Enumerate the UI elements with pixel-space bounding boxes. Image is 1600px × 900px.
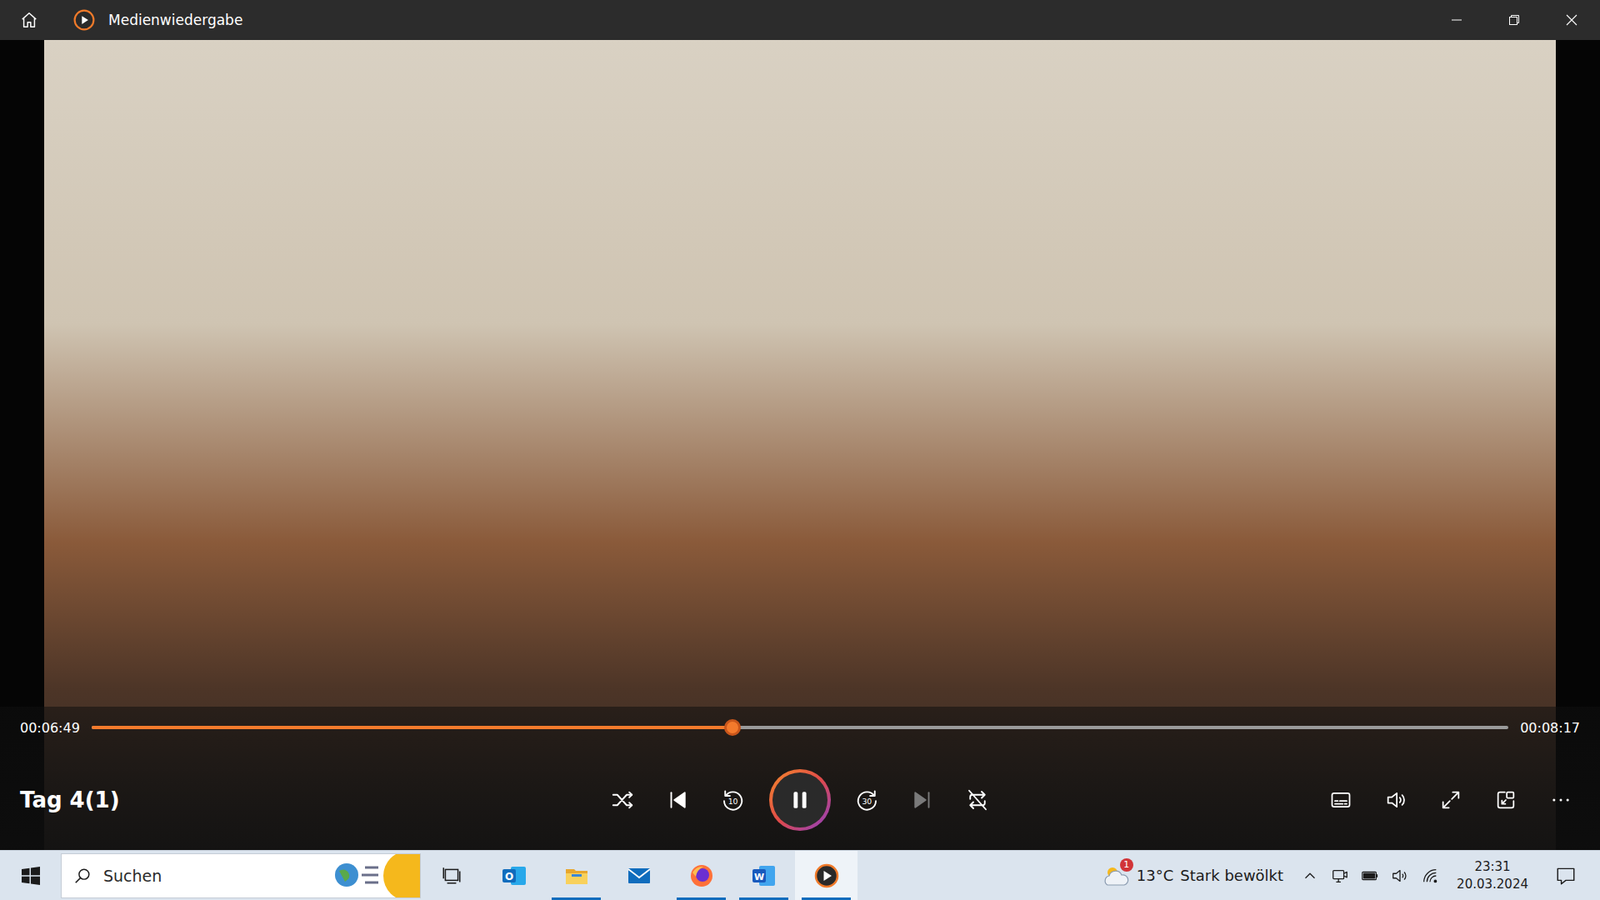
shuffle-button[interactable] <box>603 780 642 820</box>
more-button[interactable] <box>1541 780 1580 820</box>
meet-tray-button[interactable] <box>1325 850 1355 900</box>
controls-overlay: 00:06:49 00:08:17 Tag 4(1) 10 30 <box>0 706 1600 850</box>
weather-badge: 1 <box>1120 858 1134 872</box>
svg-text:O: O <box>504 870 513 883</box>
forward-icon: 30 <box>855 787 880 813</box>
media-player-icon <box>73 9 95 31</box>
search-placeholder: Suchen <box>103 866 317 885</box>
seek-fill <box>91 725 733 730</box>
miniplayer-button[interactable] <box>1486 780 1525 820</box>
subtitles-button[interactable] <box>1321 780 1360 820</box>
home-icon <box>20 10 39 30</box>
screen: Medienwiedergabe 00:06:49 00:08:17 Tag 4(1)… <box>0 0 1600 900</box>
title-bar: Medienwiedergabe <box>0 0 1600 40</box>
meet-icon <box>1330 866 1350 885</box>
close-icon <box>1565 14 1578 26</box>
restore-icon <box>1508 14 1520 26</box>
home-button[interactable] <box>0 0 59 40</box>
explorer-taskbar-button[interactable] <box>545 850 608 900</box>
player: 00:06:49 00:08:17 Tag 4(1) 10 30 <box>0 40 1600 850</box>
task-view-button[interactable] <box>420 850 483 900</box>
volume-tray-button[interactable] <box>1385 850 1415 900</box>
next-button <box>903 780 942 820</box>
mail-taskbar-button[interactable] <box>607 850 670 900</box>
search-box[interactable]: Suchen <box>60 853 421 899</box>
progress-row: 00:06:49 00:08:17 <box>0 716 1600 739</box>
media-title: Tag 4(1) <box>20 787 604 813</box>
window-title: Medienwiedergabe <box>108 11 243 29</box>
play-pause-button[interactable] <box>768 768 832 832</box>
search-icon <box>73 866 92 885</box>
previous-button[interactable] <box>658 780 697 820</box>
firefox-icon <box>688 862 715 890</box>
restore-button[interactable] <box>1485 0 1543 40</box>
explorer-icon <box>563 862 590 890</box>
controls-row: Tag 4(1) 10 30 <box>0 766 1600 834</box>
rewind-button[interactable]: 10 <box>713 780 752 820</box>
running-indicator <box>551 897 601 900</box>
chevron-tray-button[interactable] <box>1295 850 1325 900</box>
svg-text:W: W <box>753 871 764 883</box>
forward-button[interactable]: 30 <box>848 780 887 820</box>
svg-text:30: 30 <box>861 796 872 806</box>
wifi-icon <box>1420 866 1440 885</box>
play-ring <box>769 769 831 831</box>
volume-button[interactable] <box>1376 780 1415 820</box>
minimize-icon <box>1450 14 1463 26</box>
rewind-icon: 10 <box>720 787 745 813</box>
svg-text:10: 10 <box>728 796 739 806</box>
running-indicator <box>739 897 789 900</box>
wifi-tray-button[interactable] <box>1415 850 1445 900</box>
mail-icon <box>625 862 653 890</box>
seek-thumb[interactable] <box>724 719 741 736</box>
next-icon <box>910 787 935 813</box>
player-taskbar-button[interactable] <box>795 850 858 900</box>
taskbar: Suchen O W 113°C Stark bewölkt 23:3120.03.202… <box>0 850 1600 900</box>
battery-tray-button[interactable] <box>1355 850 1385 900</box>
fullscreen-icon <box>1439 788 1463 812</box>
task-view-icon <box>440 865 463 887</box>
notification-icon <box>1555 865 1577 887</box>
subtitles-icon <box>1329 788 1353 812</box>
clock-date: 20.03.2024 <box>1456 875 1529 893</box>
windows-icon <box>20 865 41 886</box>
pause-icon <box>789 789 811 811</box>
repeat-icon <box>965 787 990 813</box>
elapsed-time: 00:06:49 <box>20 720 80 736</box>
firefox-taskbar-button[interactable] <box>670 850 733 900</box>
seek-bar[interactable] <box>91 725 1509 730</box>
outlook-icon: O <box>500 862 528 890</box>
miniplayer-icon <box>1494 788 1518 812</box>
fullscreen-button[interactable] <box>1431 780 1470 820</box>
more-icon <box>1549 788 1573 812</box>
weather-temperature: 13°C <box>1136 866 1174 885</box>
clock[interactable]: 23:3120.03.2024 <box>1445 858 1540 893</box>
search-highlight-icon <box>328 853 420 899</box>
close-button[interactable] <box>1542 0 1600 40</box>
running-indicator <box>676 897 726 900</box>
clock-time: 23:31 <box>1474 858 1510 875</box>
total-time: 00:08:17 <box>1520 720 1580 736</box>
volume-icon <box>1390 866 1410 885</box>
notifications-button[interactable] <box>1540 850 1592 900</box>
repeat-button[interactable] <box>958 780 997 820</box>
minimize-button[interactable] <box>1427 0 1485 40</box>
running-indicator <box>801 897 851 900</box>
previous-icon <box>665 787 690 813</box>
word-icon: W <box>750 862 778 890</box>
outlook-taskbar-button[interactable]: O <box>482 850 545 900</box>
chevron-icon <box>1300 866 1320 885</box>
start-button[interactable] <box>0 850 61 900</box>
weather-condition: Stark bewölkt <box>1180 866 1284 885</box>
player-icon <box>813 862 840 890</box>
battery-icon <box>1360 866 1380 885</box>
volume-icon <box>1384 788 1408 812</box>
weather-widget[interactable]: 113°C Stark bewölkt <box>1095 850 1295 900</box>
word-taskbar-button[interactable]: W <box>732 850 795 900</box>
shuffle-icon <box>610 787 635 813</box>
